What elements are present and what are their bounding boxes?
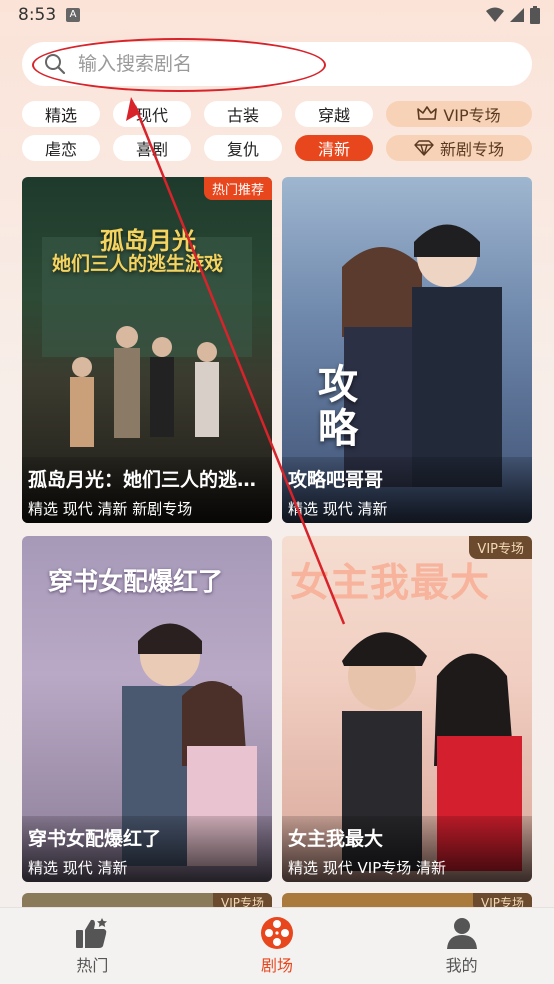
card-tags: 精选 现代 VIP专场 清新 bbox=[288, 859, 447, 877]
chip-guzhuang[interactable]: 古装 bbox=[204, 101, 282, 127]
hot-badge: 热门推荐 bbox=[203, 177, 272, 200]
chip-new-drama-label: 新剧专场 bbox=[439, 140, 504, 159]
card-info: 穿书女配爆红了 精选 现代 清新 bbox=[22, 816, 272, 882]
bottom-nav: 热门 剧场 我的 bbox=[0, 907, 554, 984]
chip-jingxuan[interactable]: 精选 bbox=[22, 101, 100, 127]
status-bar: 8:53 A bbox=[0, 0, 554, 34]
poster-title: 女主我最大 bbox=[290, 561, 491, 606]
card-tags: 精选 现代 清新 bbox=[28, 859, 128, 877]
wifi-icon bbox=[486, 7, 504, 22]
chip-row-1: 精选 现代 古装 穿越 VIP专场 bbox=[22, 101, 534, 127]
card-title: 攻略吧哥哥 bbox=[288, 469, 384, 491]
chip-xiandai[interactable]: 现代 bbox=[113, 101, 191, 127]
poster-title: 攻略 bbox=[318, 362, 360, 452]
nav-theater[interactable]: 剧场 bbox=[185, 908, 370, 984]
card-title: 孤岛月光：她们三人的逃生游戏 bbox=[28, 469, 266, 491]
chip-vip[interactable]: VIP专场 bbox=[386, 101, 532, 127]
chip-chuanyue[interactable]: 穿越 bbox=[295, 101, 373, 127]
card-tags: 精选 现代 清新 新剧专场 bbox=[28, 500, 193, 518]
search-bar[interactable] bbox=[22, 42, 532, 86]
nav-theater-label: 剧场 bbox=[261, 956, 294, 975]
card-info: 女主我最大 精选 现代 VIP专场 清新 bbox=[282, 816, 532, 882]
thumbs-up-icon bbox=[76, 918, 108, 948]
chip-xiju[interactable]: 喜剧 bbox=[113, 135, 191, 161]
chip-nuelian[interactable]: 虐恋 bbox=[22, 135, 100, 161]
signal-icon bbox=[510, 8, 524, 22]
poster-subtitle: 她们三人的逃生游戏 bbox=[52, 253, 224, 275]
category-filter: 精选 现代 古装 穿越 VIP专场 虐恋 喜剧 复仇 清新 新剧专场 bbox=[22, 101, 534, 169]
battery-icon bbox=[530, 6, 540, 24]
drama-card[interactable]: 女主我最大 VIP专场 女主我最大 精选 现代 VIP专场 清新 bbox=[282, 536, 532, 882]
nav-hot[interactable]: 热门 bbox=[0, 908, 185, 984]
card-info: 孤岛月光：她们三人的逃生游戏 精选 现代 清新 新剧专场 bbox=[22, 457, 272, 523]
search-input[interactable] bbox=[78, 50, 498, 78]
card-title: 穿书女配爆红了 bbox=[28, 828, 162, 850]
status-icons bbox=[486, 6, 540, 24]
nav-mine[interactable]: 我的 bbox=[369, 908, 554, 984]
chip-new-drama[interactable]: 新剧专场 bbox=[386, 135, 532, 161]
user-icon bbox=[446, 918, 477, 949]
vip-badge: VIP专场 bbox=[469, 536, 532, 559]
card-info: 攻略吧哥哥 精选 现代 清新 bbox=[282, 457, 532, 523]
crown-icon bbox=[417, 106, 438, 120]
drama-card[interactable]: 攻略 攻略吧哥哥 精选 现代 清新 bbox=[282, 177, 532, 523]
status-time: 8:53 bbox=[18, 5, 57, 25]
nav-hot-label: 热门 bbox=[76, 956, 109, 975]
diamond-icon bbox=[414, 140, 434, 156]
chip-row-2: 虐恋 喜剧 复仇 清新 新剧专场 bbox=[22, 135, 534, 161]
card-tags: 精选 现代 清新 bbox=[288, 500, 388, 518]
card-title: 女主我最大 bbox=[288, 828, 384, 850]
notification-icon: A bbox=[66, 8, 80, 22]
film-reel-icon bbox=[261, 917, 293, 949]
drama-card[interactable]: 孤岛月光 她们三人的逃生游戏 热门推荐 孤岛月光：她们三人的逃生游戏 精选 现代… bbox=[22, 177, 272, 523]
chip-fuchou[interactable]: 复仇 bbox=[204, 135, 282, 161]
drama-card[interactable]: 穿书女配爆红了 穿书女配爆红了 精选 现代 清新 bbox=[22, 536, 272, 882]
poster-title: 穿书女配爆红了 bbox=[48, 567, 224, 596]
search-icon bbox=[45, 54, 66, 75]
chip-qingxin[interactable]: 清新 bbox=[295, 135, 373, 161]
nav-mine-label: 我的 bbox=[445, 956, 478, 975]
chip-vip-label: VIP专场 bbox=[443, 106, 501, 125]
